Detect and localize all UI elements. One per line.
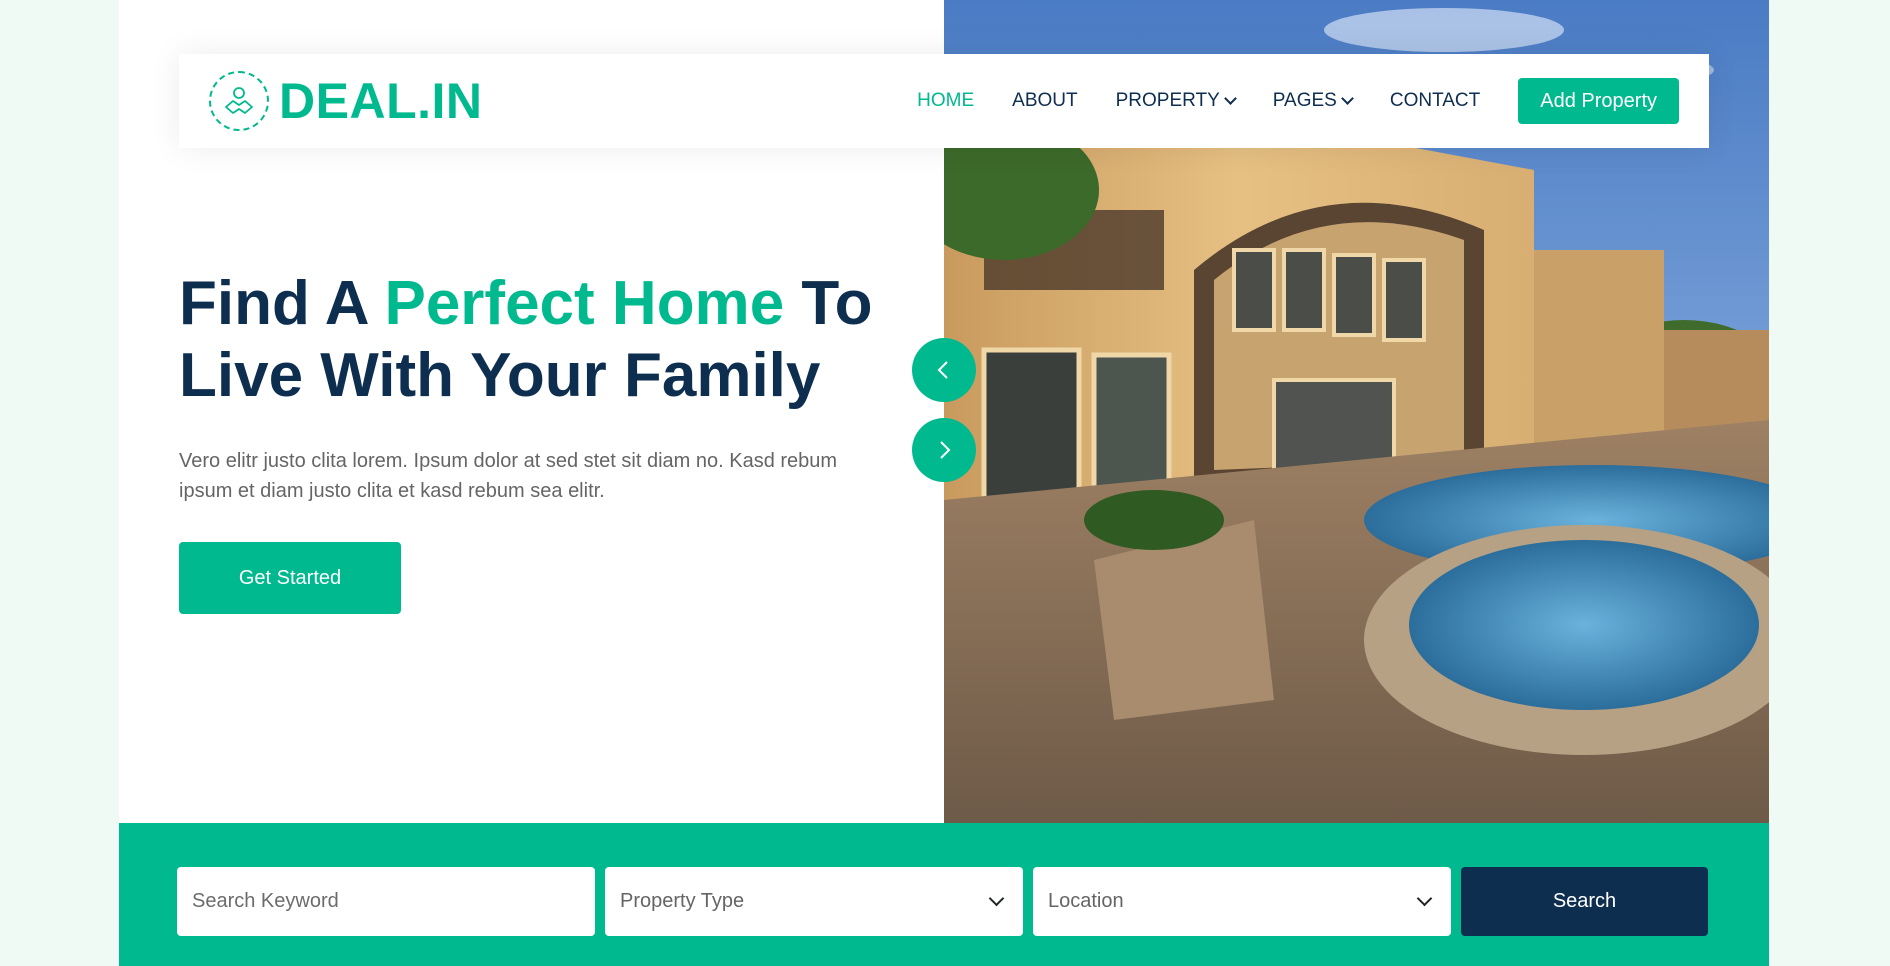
page: DEAL.IN HOME ABOUT PROPERTY PAGES CONTAC… xyxy=(119,0,1769,966)
search-form: Property Type Location Search xyxy=(177,867,1708,936)
hero-content: Find A Perfect Home To Live With Your Fa… xyxy=(179,268,899,506)
nav-item-home[interactable]: HOME xyxy=(917,90,974,112)
add-property-button[interactable]: Add Property xyxy=(1518,78,1679,124)
brand-name: DEAL.IN xyxy=(279,73,483,129)
nav-item-label: PAGES xyxy=(1272,90,1337,111)
nav-item-label: HOME xyxy=(917,90,975,111)
search-keyword-field[interactable] xyxy=(177,867,595,936)
carousel-prev-button[interactable] xyxy=(912,338,976,402)
location-value: Location xyxy=(1048,890,1124,912)
property-type-value: Property Type xyxy=(620,890,745,912)
hero-title-part1: Find A xyxy=(179,269,385,338)
nav-item-contact[interactable]: CONTACT xyxy=(1390,90,1480,112)
chevron-down-icon xyxy=(1223,92,1237,105)
get-started-button[interactable]: Get Started xyxy=(179,542,401,614)
search-button[interactable]: Search xyxy=(1461,867,1708,936)
chevron-left-icon xyxy=(937,361,948,379)
property-type-select[interactable]: Property Type xyxy=(605,867,1023,936)
nav-item-property[interactable]: PROPERTY xyxy=(1115,90,1237,112)
chevron-down-icon xyxy=(1416,890,1433,907)
hero-title-accent: Perfect Home xyxy=(384,269,785,338)
chevron-right-icon xyxy=(940,441,951,459)
nav-item-pages[interactable]: PAGES xyxy=(1272,90,1354,112)
nav-item-about[interactable]: ABOUT xyxy=(1012,90,1077,112)
handshake-icon xyxy=(209,71,269,131)
nav-menu: HOME ABOUT PROPERTY PAGES CONTACT Add Pr… xyxy=(917,78,1679,124)
hero-description: Vero elitr justo clita lorem. Ipsum dolo… xyxy=(179,450,838,502)
chevron-down-icon xyxy=(988,890,1005,907)
location-select[interactable]: Location xyxy=(1033,867,1451,936)
carousel-next-button[interactable] xyxy=(912,418,976,482)
nav-item-label: PROPERTY xyxy=(1115,90,1220,111)
hero-title: Find A Perfect Home To Live With Your Fa… xyxy=(179,268,899,412)
search-keyword-input[interactable] xyxy=(192,890,580,913)
search-section: Property Type Location Search xyxy=(119,823,1769,966)
navbar: DEAL.IN HOME ABOUT PROPERTY PAGES CONTAC… xyxy=(179,54,1709,148)
nav-item-label: CONTACT xyxy=(1389,90,1481,111)
chevron-down-icon xyxy=(1340,92,1354,105)
brand[interactable]: DEAL.IN xyxy=(209,71,483,131)
nav-item-label: ABOUT xyxy=(1012,90,1078,111)
